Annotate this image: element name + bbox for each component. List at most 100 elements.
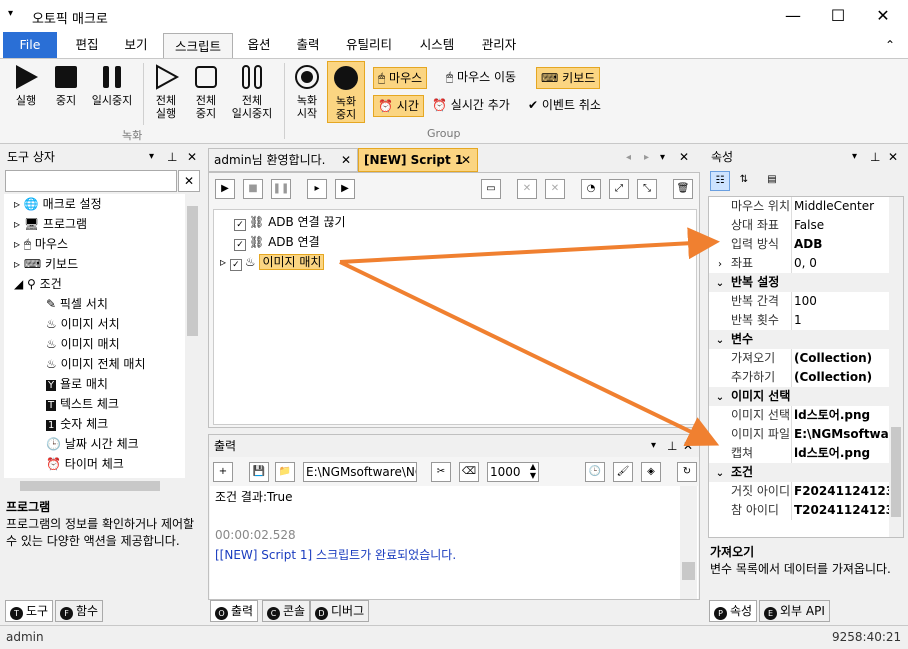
property-value[interactable]: 1 [791, 311, 802, 330]
tree-item-text-check[interactable]: T 텍스트 체크 [46, 394, 119, 414]
interval-stepper[interactable]: 1000 ▲ ▼ [487, 462, 539, 482]
hscrollbar-thumb[interactable] [20, 481, 160, 491]
mouse-move-toggle[interactable]: 🖱 마우스 이동 [442, 67, 520, 89]
tab-welcome[interactable]: admin님 환영합니다. ✕ [208, 148, 358, 172]
maximize-button[interactable]: ☐ [815, 0, 861, 32]
chevron-down-icon[interactable]: ⌄ [709, 388, 731, 407]
output-scrollbar[interactable] [680, 486, 697, 599]
checkbox[interactable]: ✓ [229, 259, 242, 271]
toolbox-scrollbar[interactable] [185, 194, 200, 478]
close-tab-icon[interactable]: ✕ [461, 149, 471, 171]
property-row[interactable]: 상대 좌표 False [709, 216, 903, 235]
eraser-icon[interactable]: ⌫ [459, 462, 479, 482]
time-record-toggle[interactable]: ⏰ 시간 [373, 95, 424, 117]
dropdown-icon[interactable]: ▾ [852, 146, 857, 168]
pin-icon[interactable]: ⊥ [667, 435, 677, 457]
close-panel-icon[interactable]: ✕ [888, 146, 898, 168]
tree-item-yolo-match[interactable]: Y 욜로 매치 [46, 374, 108, 394]
chevron-down-icon[interactable]: ⌄ [709, 331, 731, 350]
property-row[interactable]: 입력 방식 ADB [709, 235, 903, 254]
new-file-icon[interactable]: + [213, 462, 233, 482]
property-category[interactable]: ⌄ 이미지 선택 [709, 387, 903, 406]
close-editor-icon[interactable]: ✕ [679, 150, 689, 164]
property-row[interactable]: 거짓 아이디 F2024112412380 [709, 482, 903, 501]
tab-external-api[interactable]: E 외부 API [759, 600, 830, 622]
close-button[interactable]: ✕ [860, 0, 906, 32]
tab-output[interactable]: O 출력 [210, 600, 259, 622]
clear-format-icon[interactable]: ✂ [431, 462, 451, 482]
minimize-button[interactable]: — [770, 0, 816, 32]
menu-script[interactable]: 스크립트 [163, 33, 233, 58]
property-value[interactable]: False [791, 216, 824, 235]
tree-item-timer-check[interactable]: ⏰ 타이머 체크 [46, 454, 124, 474]
record-start-button[interactable]: 녹화 시작 [288, 63, 326, 120]
property-pages-icon[interactable]: ▤ [762, 171, 782, 191]
tree-item-image-all-match[interactable]: ♨ 이미지 전체 매치 [46, 354, 146, 374]
play-icon[interactable]: ▶ [215, 179, 235, 199]
tree-item-program[interactable]: ▹ 🖥 프로그램 [14, 214, 87, 234]
delete-all-icon[interactable]: ✕ [545, 179, 565, 199]
property-value[interactable]: MiddleCenter [791, 197, 874, 216]
checkbox[interactable]: ✓ [234, 239, 246, 251]
property-value[interactable]: E:\NGMsoftware [791, 425, 903, 444]
clock-icon[interactable]: 🕒 [585, 462, 605, 482]
script-line[interactable]: ✓ ⛓ ADB 연결 [234, 232, 320, 252]
property-row[interactable]: 이미지 선택 ld스토어.png [709, 406, 903, 425]
property-category[interactable]: ⌄ 변수 [709, 330, 903, 349]
pause-icon[interactable]: ❚❚ [271, 179, 291, 199]
trash-icon[interactable]: 🗑 [673, 179, 693, 199]
toolbox-search-input[interactable] [5, 170, 177, 192]
script-line[interactable]: ✓ ⛓ ADB 연결 끊기 [234, 212, 346, 232]
property-value[interactable]: ADB [791, 235, 822, 254]
event-cancel-toggle[interactable]: ✔ 이벤트 취소 [524, 95, 605, 117]
delete-icon[interactable]: ✕ [517, 179, 537, 199]
tree-item-mouse[interactable]: ▹ 🖱 마우스 [14, 234, 68, 254]
scroll-tabs-right-icon[interactable]: ▸ [644, 152, 649, 163]
scrollbar-thumb[interactable] [682, 562, 695, 580]
tab-debug[interactable]: D 디버그 [310, 600, 370, 622]
refresh-icon[interactable]: ◔ [581, 179, 601, 199]
menu-options[interactable]: 옵션 [236, 32, 282, 58]
chevron-right-icon[interactable]: › [709, 255, 731, 274]
menu-view[interactable]: 보기 [112, 32, 160, 58]
record-stop-button[interactable]: 녹화 중지 [327, 61, 365, 123]
save-icon[interactable]: 💾 [249, 462, 269, 482]
property-row[interactable]: 마우스 위치 MiddleCenter [709, 197, 903, 216]
step-over-icon[interactable]: ▶ [335, 179, 355, 199]
pin-icon[interactable]: ⊥ [870, 146, 880, 168]
scrollbar-thumb[interactable] [187, 206, 198, 336]
stepper-arrows-icon[interactable]: ▲ ▼ [530, 462, 536, 480]
categorized-icon[interactable]: ☷ [710, 171, 730, 191]
property-row[interactable]: 반복 간격 100 [709, 292, 903, 311]
tab-functions[interactable]: F 함수 [55, 600, 104, 622]
property-row[interactable]: 반복 횟수 1 [709, 311, 903, 330]
property-value[interactable]: (Collection) [791, 349, 872, 368]
stop-all-button[interactable]: 전체 중지 [186, 63, 226, 120]
chevron-down-icon[interactable]: ⌄ [709, 464, 731, 483]
step-into-icon[interactable]: ▸ [307, 179, 327, 199]
dropdown-icon[interactable]: ▾ [651, 435, 656, 457]
ribbon-collapse-icon[interactable]: ⌃ [880, 32, 900, 58]
property-value[interactable]: ld스토어.png [791, 406, 870, 425]
pause-all-button[interactable]: 전체 일시중지 [226, 63, 278, 120]
property-row[interactable]: › 좌표 0, 0 [709, 254, 903, 273]
property-scrollbar[interactable] [889, 197, 903, 537]
property-category[interactable]: ⌄ 반복 설정 [709, 273, 903, 292]
menu-output[interactable]: 출력 [284, 32, 332, 58]
tree-item-keyboard[interactable]: ▹ ⌨ 키보드 [14, 254, 78, 274]
keyboard-record-toggle[interactable]: ⌨ 키보드 [536, 67, 601, 89]
property-value[interactable]: 0, 0 [791, 254, 817, 273]
property-category[interactable]: ⌄ 조건 [709, 463, 903, 482]
menu-edit[interactable]: 편집 [62, 32, 112, 58]
property-row[interactable]: 이미지 파일 E:\NGMsoftware [709, 425, 903, 444]
tree-item-pixel-search[interactable]: ✎ 픽셀 서치 [46, 294, 108, 314]
tree-item-image-search[interactable]: ♨ 이미지 서치 [46, 314, 120, 334]
scrollbar-thumb[interactable] [891, 427, 901, 517]
run-all-button[interactable]: 전체 실행 [146, 63, 186, 120]
image-icon[interactable]: ▭ [481, 179, 501, 199]
close-panel-icon[interactable]: ✕ [683, 435, 693, 457]
property-value[interactable]: T2024112412380 [791, 501, 903, 520]
pause-button[interactable]: 일시중지 [86, 63, 138, 107]
close-panel-icon[interactable]: ✕ [187, 146, 197, 168]
run-button[interactable]: 실행 [6, 63, 46, 107]
